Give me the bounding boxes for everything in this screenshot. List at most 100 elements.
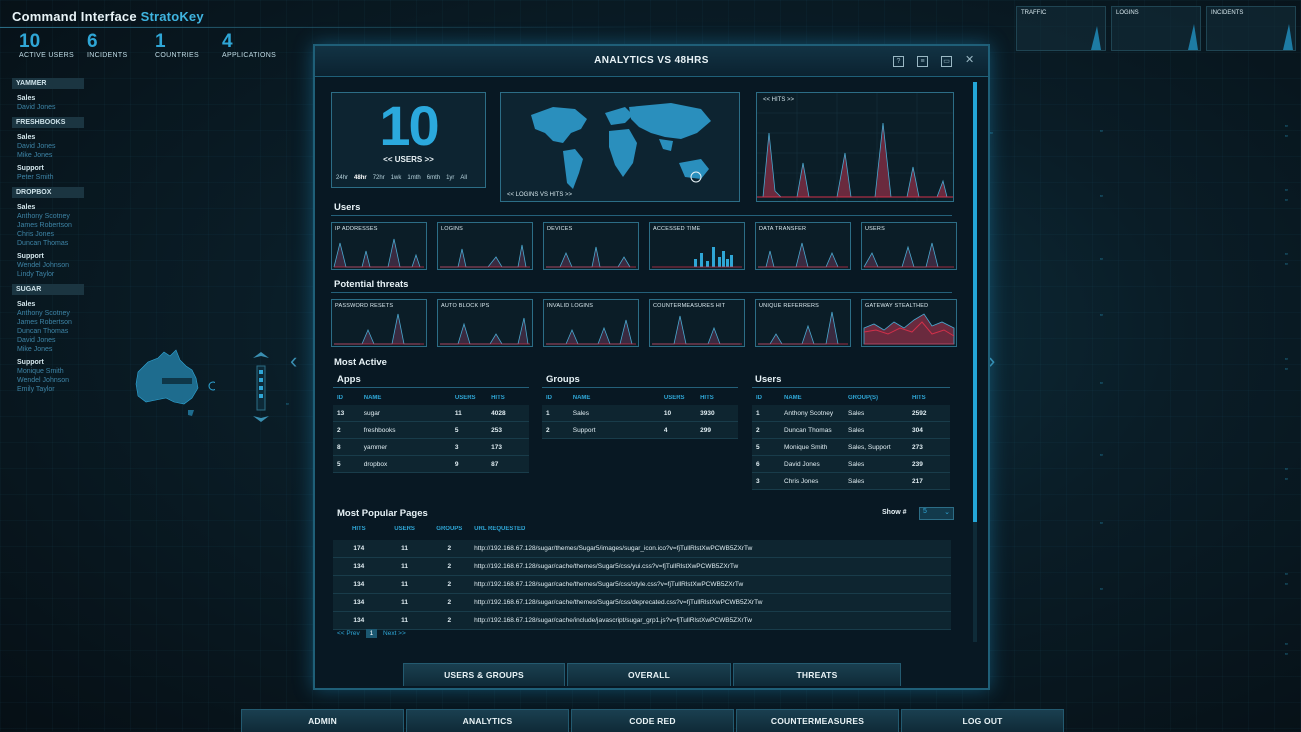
sidebar-user[interactable]: David Jones: [17, 337, 84, 344]
table-row[interactable]: 1 Anthony Scotney Sales 2592: [752, 405, 950, 422]
sidebar-group-label[interactable]: Support: [17, 165, 84, 172]
sidebar-group-label[interactable]: Sales: [17, 95, 84, 102]
sidebar-user[interactable]: Mike Jones: [17, 152, 84, 159]
nav-analytics[interactable]: ANALYTICS: [406, 709, 569, 732]
spark-chart-devices[interactable]: DEVICES: [543, 222, 639, 270]
column-header[interactable]: HITS: [908, 395, 948, 401]
modal-scrollbar[interactable]: [973, 82, 977, 642]
sidebar-app-dropbox[interactable]: DROPBOX: [12, 187, 84, 198]
table-row[interactable]: 5 dropbox 9 87: [333, 456, 529, 473]
close-icon[interactable]: ✕: [965, 55, 974, 66]
tab-users-groups[interactable]: USERS & GROUPS: [403, 663, 565, 686]
sidebar-user[interactable]: Monique Smith: [17, 368, 84, 375]
sidebar-group-label[interactable]: Sales: [17, 301, 84, 308]
prev-page-link[interactable]: << Prev: [337, 630, 360, 637]
stat-incidents[interactable]: 6 INCIDENTS: [87, 32, 127, 60]
mini-chart-logins[interactable]: LOGINS: [1111, 6, 1201, 51]
column-header[interactable]: GROUPS: [424, 526, 470, 532]
sidebar-app-yammer[interactable]: YAMMER: [12, 78, 84, 89]
sidebar-user[interactable]: Mike Jones: [17, 346, 84, 353]
stat-countries[interactable]: 1 COUNTRIES: [155, 32, 199, 60]
time-range-option[interactable]: 24hr: [336, 175, 348, 181]
table-row[interactable]: 134 11 2 http://192.168.67.128/sugar/cache/…: [333, 558, 951, 576]
table-row[interactable]: 2 Duncan Thomas Sales 304: [752, 422, 950, 439]
spark-chart-gateway-stealthed[interactable]: GATEWAY STEALTHED: [861, 299, 957, 347]
sidebar-user[interactable]: James Robertson: [17, 319, 84, 326]
column-header[interactable]: URL REQUESTED: [470, 526, 951, 532]
sidebar-group-label[interactable]: Sales: [17, 204, 84, 211]
nav-code-red[interactable]: CODE RED: [571, 709, 734, 732]
time-range-option[interactable]: 48hr: [354, 175, 367, 181]
time-range-option[interactable]: 1wk: [391, 175, 402, 181]
nav-countermeasures[interactable]: COUNTERMEASURES: [736, 709, 899, 732]
time-range-option[interactable]: 1yr: [446, 175, 454, 181]
spark-chart-unique-referrers[interactable]: UNIQUE REFERRERS: [755, 299, 851, 347]
time-range-option[interactable]: 72hr: [373, 175, 385, 181]
table-row[interactable]: 3 Chris Jones Sales 217: [752, 473, 950, 490]
stat-active-users[interactable]: 10 ACTIVE USERS: [19, 32, 74, 60]
column-header[interactable]: ID: [333, 395, 360, 401]
sidebar-app-freshbooks[interactable]: FRESHBOOKS: [12, 117, 84, 128]
spark-chart-password-resets[interactable]: PASSWORD RESETS: [331, 299, 427, 347]
column-header[interactable]: HITS: [487, 395, 529, 401]
sidebar-user[interactable]: Emily Taylor: [17, 386, 84, 393]
users-label[interactable]: << USERS >>: [332, 155, 485, 164]
url-cell[interactable]: http://192.168.67.128/sugar/cache/themes…: [470, 599, 951, 606]
sidebar-user[interactable]: Duncan Thomas: [17, 240, 84, 247]
spark-chart-auto-block-ips[interactable]: AUTO BLOCK IPS: [437, 299, 533, 347]
nav-admin[interactable]: ADMIN: [241, 709, 404, 732]
sidebar-user[interactable]: Duncan Thomas: [17, 328, 84, 335]
mini-chart-incidents[interactable]: INCIDENTS: [1206, 6, 1296, 51]
table-row[interactable]: 2 Support 4 299: [542, 422, 738, 439]
time-range-option[interactable]: 1mth: [407, 175, 420, 181]
table-row[interactable]: 2 freshbooks 5 253: [333, 422, 529, 439]
document-icon[interactable]: ≡: [917, 56, 928, 67]
column-header[interactable]: USERS: [451, 395, 487, 401]
sidebar-user[interactable]: Anthony Scotney: [17, 213, 84, 220]
sidebar-user[interactable]: Peter Smith: [17, 174, 84, 181]
sidebar-group-label[interactable]: Support: [17, 359, 84, 366]
spark-chart-data-transfer[interactable]: DATA TRANSFER: [755, 222, 851, 270]
table-row[interactable]: 1 Sales 10 3930: [542, 405, 738, 422]
url-cell[interactable]: http://192.168.67.128/sugar/themes/Sugar…: [470, 545, 951, 552]
sidebar-user[interactable]: James Robertson: [17, 222, 84, 229]
table-row[interactable]: 134 11 2 http://192.168.67.128/sugar/cache/…: [333, 576, 951, 594]
table-row[interactable]: 8 yammer 3 173: [333, 439, 529, 456]
next-page-link[interactable]: Next >>: [383, 630, 406, 637]
table-row[interactable]: 134 11 2 http://192.168.67.128/sugar/cache/…: [333, 612, 951, 630]
australia-map[interactable]: [130, 348, 215, 423]
column-header[interactable]: ID: [542, 395, 569, 401]
spark-chart-users[interactable]: USERS: [861, 222, 957, 270]
table-row[interactable]: 5 Monique Smith Sales, Support 273: [752, 439, 950, 456]
sidebar-user[interactable]: David Jones: [17, 104, 84, 111]
stat-applications[interactable]: 4 APPLICATIONS: [222, 32, 276, 60]
table-row[interactable]: 174 11 2 http://192.168.67.128/sugar/themes…: [333, 540, 951, 558]
prev-panel-arrow[interactable]: ‹: [290, 348, 297, 374]
column-header[interactable]: NAME: [780, 395, 844, 401]
column-header[interactable]: HITS: [333, 526, 381, 532]
spark-chart-countermeasures-hit[interactable]: COUNTERMEASURES HIT: [649, 299, 745, 347]
spark-chart-logins[interactable]: LOGINS: [437, 222, 533, 270]
spark-chart-invalid-logins[interactable]: INVALID LOGINS: [543, 299, 639, 347]
sidebar-group-label[interactable]: Support: [17, 253, 84, 260]
table-row[interactable]: 134 11 2 http://192.168.67.128/sugar/cache/…: [333, 594, 951, 612]
url-cell[interactable]: http://192.168.67.128/sugar/cache/themes…: [470, 581, 951, 588]
column-header[interactable]: ID: [752, 395, 780, 401]
time-range-option[interactable]: 6mth: [427, 175, 440, 181]
url-cell[interactable]: http://192.168.67.128/sugar/cache/themes…: [470, 563, 951, 570]
nav-log-out[interactable]: LOG OUT: [901, 709, 1064, 732]
spark-chart-accessed-time[interactable]: ACCESSED TIME: [649, 222, 745, 270]
help-icon[interactable]: ?: [893, 56, 904, 67]
table-row[interactable]: 6 David Jones Sales 239: [752, 456, 950, 473]
tab-threats[interactable]: THREATS: [733, 663, 901, 686]
map-zoom-control[interactable]: [251, 352, 271, 422]
scrollbar-thumb[interactable]: [973, 82, 977, 522]
sidebar-group-label[interactable]: Sales: [17, 134, 84, 141]
sidebar-user[interactable]: Wendel Johnson: [17, 377, 84, 384]
sidebar-user[interactable]: David Jones: [17, 143, 84, 150]
sidebar-user[interactable]: Lindy Taylor: [17, 271, 84, 278]
tab-overall[interactable]: OVERALL: [567, 663, 731, 686]
world-map[interactable]: [501, 93, 739, 201]
url-cell[interactable]: http://192.168.67.128/sugar/cache/includ…: [470, 617, 951, 624]
sidebar-user[interactable]: Wendel Johnson: [17, 262, 84, 269]
